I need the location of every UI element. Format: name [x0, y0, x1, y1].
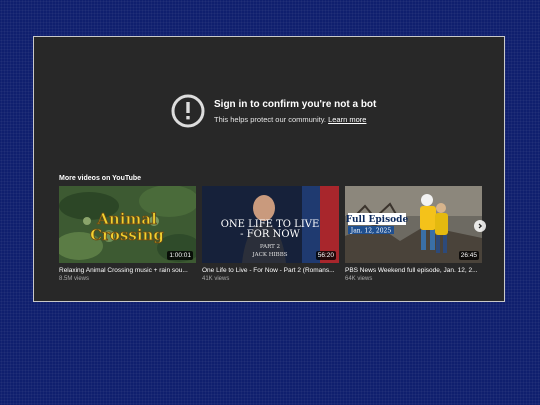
video-duration: 26:45	[458, 251, 479, 260]
error-title: Sign in to confirm you're not a bot	[214, 98, 377, 110]
thumb-text-line: - FOR NOW	[240, 229, 300, 240]
video-views: 64K views	[345, 276, 373, 282]
video-title[interactable]: One Life to Live - For Now - Part 2 (Rom…	[202, 267, 339, 274]
thumb-text-line: Jan. 12, 2025	[350, 228, 392, 235]
video-title[interactable]: Relaxing Animal Crossing music + rain so…	[59, 267, 196, 274]
thumb-text-line: Full Episode	[346, 215, 409, 225]
alert-icon	[171, 94, 205, 128]
video-player[interactable]: Sign in to confirm you're not a bot This…	[33, 36, 505, 302]
thumb-text-line: Crossing	[90, 226, 164, 244]
thumb-text-line: PART 2	[260, 244, 280, 250]
video-title[interactable]: PBS News Weekend full episode, Jan. 12, …	[345, 267, 482, 274]
error-subtitle: This helps protect our community. Learn …	[214, 115, 376, 124]
chevron-right-icon	[478, 223, 483, 229]
more-videos-label: More videos on YouTube	[59, 175, 142, 182]
bot-check-message: Sign in to confirm you're not a bot This…	[171, 94, 376, 128]
video-thumbnail[interactable]: Animal Crossing 1:00:01	[59, 186, 196, 263]
error-subtitle-text: This helps protect our community.	[214, 114, 326, 124]
next-videos-button[interactable]	[474, 220, 486, 232]
video-duration: 1:00:01	[167, 251, 193, 260]
video-thumbnail[interactable]: ONE LIFE TO LIVE - FOR NOW PART 2 JACK H…	[202, 186, 339, 263]
thumb-text-line: JACK HIBBS	[251, 252, 287, 258]
learn-more-link[interactable]: Learn more	[328, 115, 366, 124]
video-card[interactable]: ONE LIFE TO LIVE - FOR NOW PART 2 JACK H…	[202, 186, 339, 282]
video-views: 41K views	[202, 276, 230, 282]
video-duration: 56:20	[315, 251, 336, 260]
video-card[interactable]: Full Episode Jan. 12, 2025 26:45 PBS New…	[345, 186, 482, 282]
video-card[interactable]: Animal Crossing 1:00:01 Relaxing Animal …	[59, 186, 196, 282]
video-views: 8.5M views	[59, 276, 90, 282]
video-thumbnail[interactable]: Full Episode Jan. 12, 2025 26:45	[345, 186, 482, 263]
